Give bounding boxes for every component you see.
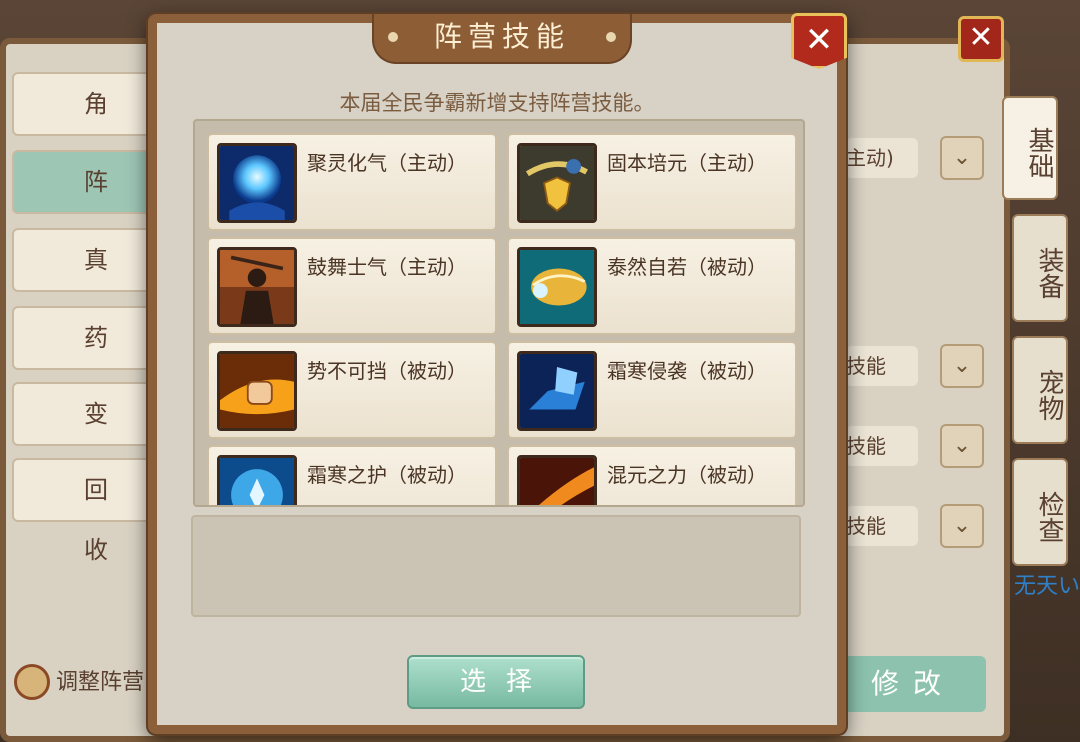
skill-name: 聚灵化气（主动） xyxy=(307,151,467,175)
fire-fist-icon xyxy=(217,351,297,431)
skill-card[interactable]: 混元之力（被动） xyxy=(507,445,797,505)
skill-select-1[interactable]: 主动) xyxy=(846,138,918,178)
skill-name: 霜寒之护（被动） xyxy=(307,463,467,487)
skill-card[interactable]: 霜寒侵袭（被动） xyxy=(507,341,797,439)
select-button[interactable]: 选择 xyxy=(407,655,585,709)
skill-card[interactable]: 霜寒之护（被动） xyxy=(207,445,497,505)
frost-boot-icon xyxy=(517,351,597,431)
skill-card[interactable]: 势不可挡（被动） xyxy=(207,341,497,439)
dialog-title: 阵营技能 xyxy=(433,20,570,53)
chevron-down-icon[interactable]: ⌄ xyxy=(940,344,984,388)
skill-name: 固本培元（主动） xyxy=(607,151,767,175)
tab-pet[interactable]: 宠物 xyxy=(1012,336,1068,444)
tab-equipment[interactable]: 装备 xyxy=(1012,214,1068,322)
skill-name: 泰然自若（被动） xyxy=(607,255,767,279)
dialog-title-tab: 阵营技能 xyxy=(372,14,632,64)
panel-close-button[interactable]: ✕ xyxy=(958,16,1004,62)
golden-shield-icon xyxy=(517,143,597,223)
skill-list[interactable]: 聚灵化气（主动） 固本培元（主动） 鼓舞士气（主动） 泰然自若（被动） 势不可挡… xyxy=(193,119,805,507)
skill-select-2[interactable]: 技能 xyxy=(846,346,918,386)
modify-button[interactable]: 修改 xyxy=(840,656,986,712)
decorative-dot-icon xyxy=(606,32,616,42)
skill-name: 鼓舞士气（主动） xyxy=(307,255,467,279)
skill-name: 混元之力（被动） xyxy=(607,463,767,487)
tab-basic[interactable]: 基础 xyxy=(1002,96,1058,200)
close-icon[interactable]: ✕ xyxy=(791,13,847,69)
skill-card[interactable]: 鼓舞士气（主动） xyxy=(207,237,497,335)
skill-detail-panel xyxy=(191,515,801,617)
golden-wing-icon xyxy=(517,247,597,327)
faction-skill-dialog: 阵营技能 ✕ 本届全民争霸新增支持阵营技能。 聚灵化气（主动） 固本培元（主动）… xyxy=(148,13,847,734)
dialog-description: 本届全民争霸新增支持阵营技能。 xyxy=(339,91,655,115)
skill-card[interactable]: 聚灵化气（主动） xyxy=(207,133,497,231)
chevron-down-icon[interactable]: ⌄ xyxy=(940,136,984,180)
flame-slash-icon xyxy=(517,455,597,505)
frost-lotus-shield-icon xyxy=(217,455,297,505)
chevron-down-icon[interactable]: ⌄ xyxy=(940,424,984,468)
skill-name: 霜寒侵袭（被动） xyxy=(607,359,767,383)
skill-card[interactable]: 固本培元（主动） xyxy=(507,133,797,231)
warrior-rally-icon xyxy=(217,247,297,327)
skill-select-4[interactable]: 技能 xyxy=(846,506,918,546)
adjust-faction-button[interactable]: 调整阵营 xyxy=(12,660,152,706)
skill-name: 势不可挡（被动） xyxy=(307,359,467,383)
tab-inspect[interactable]: 检查 xyxy=(1012,458,1068,566)
chevron-down-icon[interactable]: ⌄ xyxy=(940,504,984,548)
blue-orb-hand-icon xyxy=(217,143,297,223)
skill-select-3[interactable]: 技能 xyxy=(846,426,918,466)
partial-text: 无天い xyxy=(1014,574,1080,599)
skill-card[interactable]: 泰然自若（被动） xyxy=(507,237,797,335)
